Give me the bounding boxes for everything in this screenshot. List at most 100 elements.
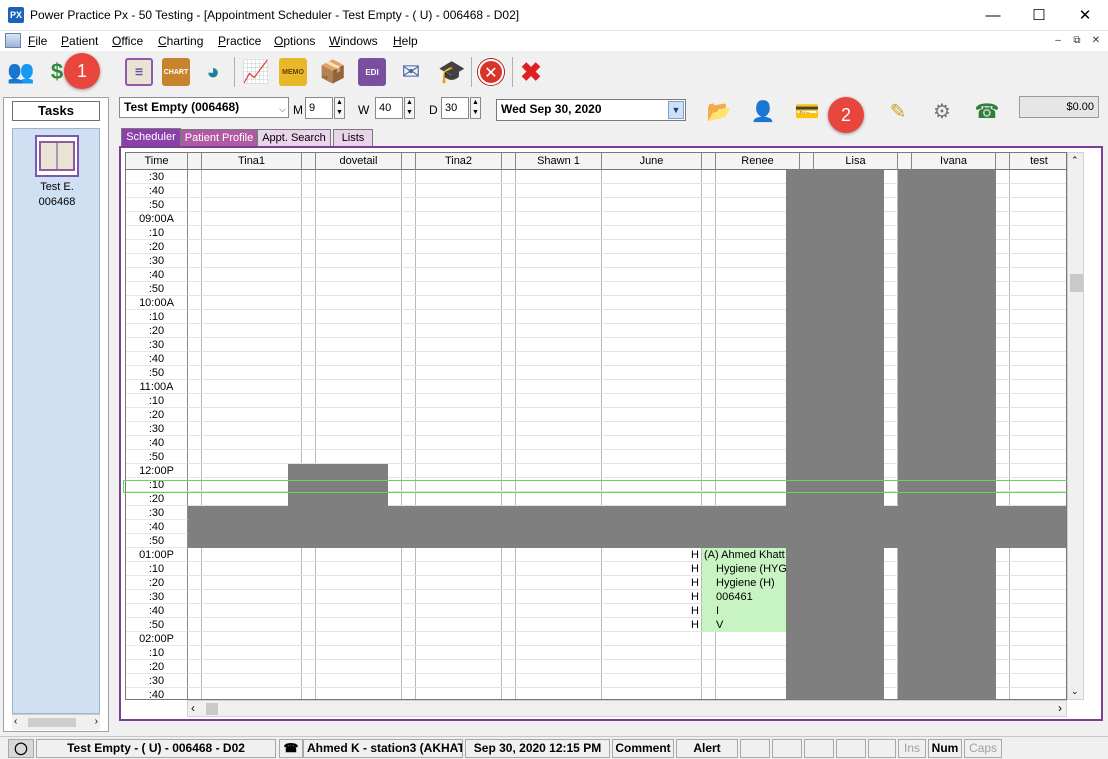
patient-card-icon[interactable]: 👤: [749, 97, 777, 125]
scroll-right-icon[interactable]: ›: [95, 716, 98, 727]
report-icon[interactable]: 📈: [239, 55, 273, 89]
scroll-thumb[interactable]: [206, 703, 218, 715]
mail-icon[interactable]: ✉: [394, 55, 428, 89]
scroll-up-icon[interactable]: ⌃: [1071, 155, 1079, 166]
time-slot-label: :40: [126, 184, 188, 198]
time-slot-label: :30: [126, 170, 188, 184]
recall-icon[interactable]: ◕: [196, 55, 230, 89]
folder-icon[interactable]: 📂: [705, 97, 733, 125]
edi-icon[interactable]: EDI: [355, 55, 389, 89]
id-card-icon[interactable]: 💳: [793, 97, 821, 125]
tasks-list: Test E. 006468: [12, 128, 100, 714]
tab-lists[interactable]: Lists: [333, 129, 373, 146]
scroll-thumb[interactable]: [28, 718, 76, 727]
scroll-thumb[interactable]: [1070, 274, 1083, 292]
tasks-horizontal-scrollbar[interactable]: ‹ ›: [12, 714, 100, 730]
memo-icon[interactable]: MEMO: [276, 55, 310, 89]
shawn1-marker-header: [502, 153, 516, 170]
status-comment[interactable]: Comment: [612, 739, 674, 758]
menu-windows[interactable]: Windows: [329, 34, 378, 48]
column-header-shawn1[interactable]: Shawn 1: [516, 153, 602, 170]
task-patient-name[interactable]: Test E.: [13, 181, 101, 193]
schedule-vertical-scrollbar[interactable]: ⌃ ⌄: [1067, 152, 1084, 700]
test-marker-header: [996, 153, 1010, 170]
date-picker[interactable]: Wed Sep 30, 2020 ▼: [496, 99, 686, 121]
week-stepper[interactable]: ▲ ▼: [404, 97, 415, 119]
month-stepper[interactable]: ▲ ▼: [334, 97, 345, 119]
patient-combo[interactable]: Test Empty (006468) ⌵: [119, 97, 289, 118]
schedule-body: :30:40:50 09:00A:10:20:30:40:50 10:00A:10:…: [126, 170, 1066, 699]
mdi-system-icon[interactable]: [5, 33, 21, 48]
gear-icon[interactable]: ⚙: [928, 97, 956, 125]
column-header-renee[interactable]: Renee: [716, 153, 800, 170]
tab-appt-search[interactable]: Appt. Search: [257, 129, 331, 146]
status-phone-icon[interactable]: ☎: [279, 739, 303, 758]
time-slot-label: :10: [126, 394, 188, 408]
graduation-cap-icon[interactable]: 🎓: [435, 55, 469, 89]
column-header-tina2[interactable]: Tina2: [416, 153, 502, 170]
status-empty-4: [836, 739, 866, 758]
box-icon[interactable]: 📦: [316, 55, 350, 89]
column-header-lisa[interactable]: Lisa: [814, 153, 898, 170]
balance-display: $0.00: [1019, 96, 1099, 118]
maximize-button[interactable]: ☐: [1016, 0, 1062, 31]
appointment-line: (A) Ahmed Khatt: [704, 549, 785, 561]
phone-icon[interactable]: ☎: [973, 97, 1001, 125]
scroll-left-icon[interactable]: ‹: [191, 701, 195, 715]
status-empty-3: [804, 739, 834, 758]
column-header-test[interactable]: test: [1010, 153, 1066, 170]
menu-patient[interactable]: Patient: [61, 34, 98, 48]
status-camera-icon[interactable]: ◯: [8, 739, 34, 758]
status-alert[interactable]: Alert: [676, 739, 738, 758]
scroll-left-icon[interactable]: ‹: [14, 716, 17, 727]
column-header-dovetail[interactable]: dovetail: [316, 153, 402, 170]
appointment-block[interactable]: (A) Ahmed Khatt Hygiene (HYG Hygiene (H) 00…: [702, 548, 786, 632]
minimize-button[interactable]: —: [970, 0, 1016, 31]
time-slot-label: :30: [126, 590, 188, 604]
menu-file[interactable]: File: [28, 34, 47, 48]
scroll-down-icon[interactable]: ⌄: [1071, 686, 1079, 697]
column-header-june[interactable]: June: [602, 153, 702, 170]
chart-icon[interactable]: CHART: [159, 55, 193, 89]
task-patient-id[interactable]: 006468: [13, 196, 101, 208]
date-dropdown-icon[interactable]: ▼: [668, 101, 684, 119]
chevron-down-icon[interactable]: ⌵: [279, 100, 286, 119]
mdi-restore-button[interactable]: ⧉: [1069, 34, 1085, 48]
scheduler-book-icon[interactable]: ☰: [122, 55, 156, 89]
schedule-header-row: Time Tina1 dovetail Tina2 Shawn 1 June R…: [126, 153, 1066, 170]
week-input[interactable]: 40: [375, 97, 403, 119]
title-bar: PX Power Practice Px - 50 Testing - [App…: [0, 0, 1108, 31]
menu-options[interactable]: Options: [274, 34, 315, 48]
users-icon[interactable]: 👥: [4, 55, 38, 89]
exit-icon[interactable]: ✖: [514, 55, 548, 89]
time-slot-label: :20: [126, 324, 188, 338]
patient-task-icon[interactable]: [35, 135, 79, 177]
menu-charting[interactable]: Charting: [158, 34, 203, 48]
time-slot-label: :40: [126, 268, 188, 282]
day-stepper[interactable]: ▲ ▼: [470, 97, 481, 119]
tasks-panel: Tasks Test E. 006468 ‹ ›: [3, 97, 109, 732]
schedule-horizontal-scrollbar[interactable]: ‹ ›: [187, 700, 1067, 717]
time-slot-label: :20: [126, 660, 188, 674]
pencil-edit-icon[interactable]: ✎: [884, 97, 912, 125]
close-button[interactable]: ✕: [1062, 0, 1108, 31]
month-input[interactable]: 9: [305, 97, 333, 119]
menu-help[interactable]: Help: [393, 34, 418, 48]
time-slot-label: :10: [126, 562, 188, 576]
selected-timeslot-row[interactable]: [123, 480, 1070, 493]
time-slot-label: :30: [126, 506, 188, 520]
day-input[interactable]: 30: [441, 97, 469, 119]
blocked-lunch: [188, 506, 1066, 548]
column-header-tina1[interactable]: Tina1: [202, 153, 302, 170]
stop-icon[interactable]: ✕: [474, 55, 508, 89]
menu-practice[interactable]: Practice: [218, 34, 261, 48]
scroll-right-icon[interactable]: ›: [1058, 701, 1062, 715]
tab-patient-profile[interactable]: Patient Profile: [181, 129, 257, 146]
appointment-line: I: [716, 605, 720, 617]
mdi-minimize-button[interactable]: –: [1050, 34, 1066, 48]
dovetail-marker-header: [302, 153, 316, 170]
column-header-ivana[interactable]: Ivana: [912, 153, 996, 170]
mdi-close-button[interactable]: ✕: [1088, 34, 1104, 48]
tab-scheduler[interactable]: Scheduler: [121, 128, 181, 146]
menu-office[interactable]: Office: [112, 34, 143, 48]
